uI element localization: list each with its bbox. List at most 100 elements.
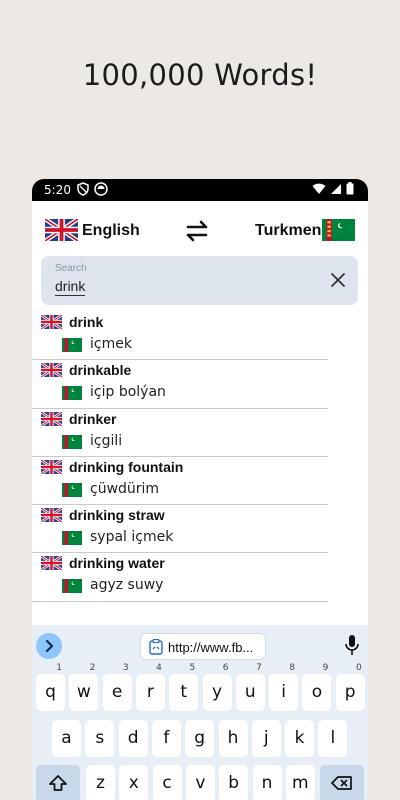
result-item[interactable]: drinking water agyz suwy bbox=[32, 553, 328, 602]
chevron-right-icon bbox=[45, 639, 54, 653]
key-q[interactable]: q1 bbox=[36, 663, 65, 711]
key-label: h bbox=[227, 728, 239, 748]
key-y[interactable]: y6 bbox=[202, 663, 232, 711]
key-hint: 9 bbox=[322, 663, 329, 673]
key-e[interactable]: e3 bbox=[102, 663, 132, 711]
clipboard-suggestion-chip[interactable]: http://www.fb... bbox=[140, 633, 266, 660]
on-screen-keyboard: http://www.fb... q1w2e3r4t5y6u7i8o9p0asd… bbox=[32, 625, 368, 800]
key-o[interactable]: o9 bbox=[302, 663, 332, 711]
clipboard-link-icon bbox=[149, 639, 163, 655]
turkmenistan-flag-icon[interactable] bbox=[322, 219, 355, 241]
key-label: f bbox=[163, 728, 170, 748]
result-translation: içgili bbox=[90, 432, 123, 449]
result-translation: içmek bbox=[90, 336, 132, 352]
key-b[interactable]: b bbox=[219, 765, 249, 800]
clear-search-icon[interactable] bbox=[326, 268, 350, 292]
key-u[interactable]: u7 bbox=[235, 663, 265, 711]
results-list: drink içmek drinkable içip bolýan drinker içg… bbox=[32, 312, 368, 602]
swap-languages-icon[interactable] bbox=[184, 219, 210, 243]
key-r[interactable]: r4 bbox=[135, 663, 165, 711]
search-field[interactable]: Search drink bbox=[41, 256, 358, 305]
key-label: t bbox=[180, 682, 188, 702]
turkmenistan-flag-icon bbox=[62, 386, 82, 401]
result-term: drink bbox=[69, 314, 104, 330]
key-x[interactable]: x bbox=[119, 765, 149, 800]
key-label: o bbox=[311, 682, 323, 702]
turkmenistan-flag-icon bbox=[62, 531, 82, 546]
key-c[interactable]: c bbox=[152, 765, 182, 800]
key-h[interactable]: h bbox=[218, 720, 248, 757]
turkmenistan-flag-icon bbox=[62, 579, 82, 594]
uk-flag-icon bbox=[41, 508, 62, 523]
key-w[interactable]: w2 bbox=[69, 663, 99, 711]
result-term: drinkable bbox=[69, 362, 132, 379]
backspace-key[interactable] bbox=[320, 765, 364, 800]
key-hint: 4 bbox=[156, 663, 162, 673]
target-language[interactable]: Turkmen bbox=[255, 222, 321, 240]
key-label: z bbox=[96, 773, 105, 793]
key-label: j bbox=[263, 728, 269, 748]
promo-headline: 100,000 Words! bbox=[82, 58, 318, 92]
key-label: v bbox=[195, 773, 206, 793]
key-label: d bbox=[127, 728, 139, 748]
key-label: m bbox=[292, 773, 309, 793]
result-item[interactable]: drinkable içip bolýan bbox=[32, 360, 328, 409]
shield-icon bbox=[77, 182, 89, 196]
search-label: Search bbox=[55, 263, 87, 274]
key-g[interactable]: g bbox=[185, 720, 215, 757]
key-v[interactable]: v bbox=[185, 765, 215, 800]
uk-flag-icon bbox=[41, 556, 62, 571]
key-hint: 0 bbox=[355, 663, 362, 673]
microphone-icon[interactable] bbox=[344, 634, 360, 656]
source-language[interactable]: English bbox=[82, 222, 140, 240]
uk-flag-icon bbox=[41, 459, 62, 474]
key-hint: 5 bbox=[189, 663, 196, 673]
language-bar: English Turkmen bbox=[32, 215, 368, 247]
phone-screen: 5:20 English Turkmen Search drink drink … bbox=[32, 179, 368, 800]
key-k[interactable]: k bbox=[285, 720, 315, 757]
battery-icon bbox=[346, 182, 354, 195]
uk-flag-icon[interactable] bbox=[45, 219, 78, 241]
turkmenistan-flag-icon bbox=[62, 338, 82, 352]
key-label: y bbox=[211, 682, 223, 702]
key-label: s bbox=[95, 728, 105, 748]
key-d[interactable]: d bbox=[118, 720, 148, 757]
key-hint: 1 bbox=[56, 663, 62, 673]
key-z[interactable]: z bbox=[86, 765, 115, 800]
key-a[interactable]: a bbox=[52, 720, 81, 757]
key-label: u bbox=[244, 682, 256, 702]
key-f[interactable]: f bbox=[151, 720, 181, 757]
clipboard-url: http://www.fb... bbox=[168, 640, 254, 655]
key-i[interactable]: i8 bbox=[269, 663, 299, 711]
search-input[interactable]: drink bbox=[55, 278, 86, 296]
result-item[interactable]: drinking straw sypal içmek bbox=[32, 505, 328, 554]
result-item[interactable]: drinking fountain çüwdürim bbox=[32, 457, 328, 506]
uk-flag-icon bbox=[41, 411, 62, 426]
shift-icon bbox=[49, 775, 67, 791]
key-label: q bbox=[45, 682, 56, 702]
uk-flag-icon bbox=[41, 315, 62, 329]
result-item[interactable]: drinker içgili bbox=[32, 409, 328, 457]
key-label: l bbox=[330, 728, 336, 748]
signal-icon bbox=[331, 183, 341, 194]
key-t[interactable]: t5 bbox=[169, 663, 199, 711]
keyboard-expand-button[interactable] bbox=[36, 633, 62, 659]
key-n[interactable]: n bbox=[252, 765, 282, 800]
result-item[interactable]: drink içmek bbox=[32, 312, 328, 361]
result-term: drinking water bbox=[69, 555, 165, 572]
key-m[interactable]: m bbox=[285, 765, 315, 800]
key-label: x bbox=[128, 773, 139, 793]
key-hint: 8 bbox=[289, 663, 296, 673]
key-l[interactable]: l bbox=[318, 720, 348, 757]
turkmenistan-flag-icon bbox=[62, 482, 82, 497]
result-translation: sypal içmek bbox=[90, 529, 174, 546]
app-notification-icon bbox=[94, 182, 108, 196]
key-j[interactable]: j bbox=[251, 720, 281, 757]
key-label: a bbox=[61, 728, 72, 748]
key-p[interactable]: p0 bbox=[335, 663, 365, 711]
key-hint: 6 bbox=[222, 663, 229, 673]
key-s[interactable]: s bbox=[85, 720, 115, 757]
backspace-icon bbox=[331, 776, 352, 790]
shift-key[interactable] bbox=[36, 765, 80, 800]
result-translation: agyz suwy bbox=[90, 577, 164, 594]
